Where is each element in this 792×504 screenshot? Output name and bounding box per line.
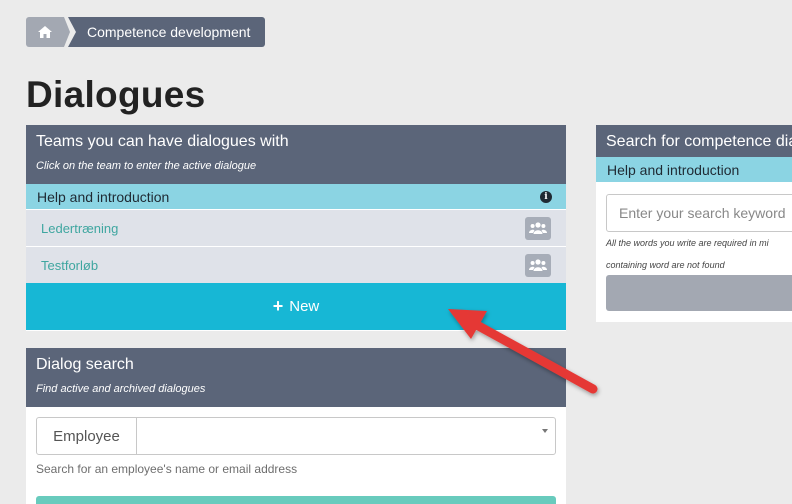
- competence-search-header: Search for competence dia: [596, 125, 792, 157]
- help-label: Help and introduction: [37, 188, 170, 205]
- group-icon[interactable]: [525, 253, 551, 277]
- caret-down-icon[interactable]: [542, 429, 548, 433]
- new-button[interactable]: + New: [26, 283, 566, 330]
- competence-help-label: Help and introduction: [607, 161, 740, 178]
- teams-panel-header: Teams you can have dialogues with Click …: [26, 125, 566, 184]
- employee-label: Employee: [37, 418, 137, 454]
- search-note-line2: containing word are not found: [606, 260, 725, 270]
- dialog-search-title: Dialog search: [36, 356, 134, 373]
- new-button-label: New: [289, 298, 320, 315]
- teams-panel-subtitle: Click on the team to enter the active di…: [36, 160, 257, 172]
- home-icon: [38, 26, 52, 38]
- competence-search-input[interactable]: Enter your search keyword: [606, 194, 792, 232]
- search-note-line1: All the words you write are required in …: [606, 238, 769, 248]
- info-icon[interactable]: i: [540, 190, 552, 203]
- breadcrumb: Competence development: [26, 17, 266, 47]
- teams-panel: Teams you can have dialogues with Click …: [26, 125, 566, 331]
- breadcrumb-current[interactable]: Competence development: [68, 17, 266, 47]
- teams-panel-title: Teams you can have dialogues with: [36, 133, 289, 150]
- employee-select[interactable]: [137, 418, 555, 454]
- team-name[interactable]: Ledertræning: [41, 221, 118, 236]
- dialog-search-header: Dialog search Find active and archived d…: [26, 348, 566, 407]
- competence-search-panel: Search for competence dia Help and intro…: [596, 125, 792, 322]
- dialog-search-panel: Dialog search Find active and archived d…: [26, 348, 566, 504]
- employee-hint: Search for an employee's name or email a…: [36, 462, 298, 476]
- competence-search-button[interactable]: [606, 275, 792, 311]
- group-icon[interactable]: [525, 216, 551, 240]
- team-name[interactable]: Testforløb: [41, 258, 98, 273]
- team-row[interactable]: Ledertræning: [26, 209, 566, 246]
- plus-icon: +: [272, 296, 284, 316]
- competence-search-title: Search for competence dia: [606, 133, 792, 150]
- dialog-search-subtitle: Find active and archived dialogues: [36, 383, 206, 395]
- page-title: Dialogues: [26, 74, 206, 115]
- breadcrumb-home[interactable]: [26, 17, 70, 47]
- team-row[interactable]: Testforløb: [26, 246, 566, 283]
- competence-help[interactable]: Help and introduction: [596, 157, 792, 182]
- employee-field: Employee: [36, 417, 556, 455]
- search-button[interactable]: [36, 496, 556, 504]
- help-and-introduction[interactable]: Help and introduction i: [26, 184, 566, 209]
